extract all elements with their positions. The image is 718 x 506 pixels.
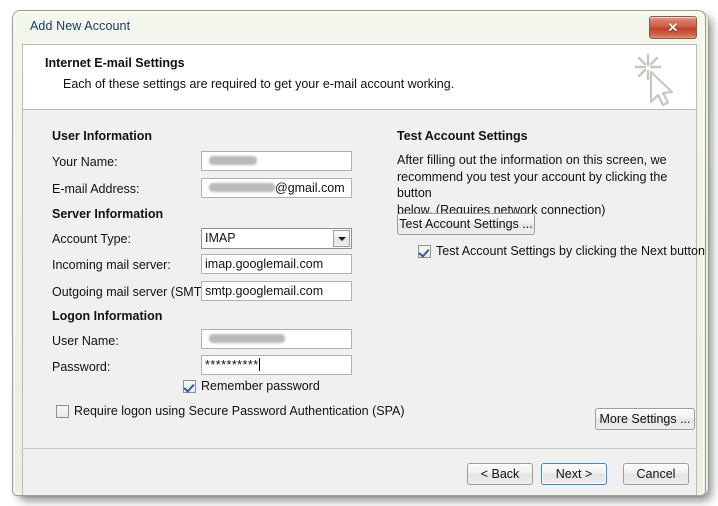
user-information-heading: User Information — [52, 129, 152, 143]
cancel-button[interactable]: Cancel — [623, 463, 689, 485]
checkbox-checked-icon — [183, 380, 196, 393]
checkbox-checked-icon — [418, 245, 431, 258]
server-information-heading: Server Information — [52, 207, 163, 221]
test-account-settings-heading: Test Account Settings — [397, 129, 528, 143]
auto-test-checkbox[interactable]: Test Account Settings by clicking the Ne… — [418, 244, 705, 258]
more-settings-button[interactable]: More Settings ... — [595, 408, 695, 430]
password-masked-value: ********** — [205, 358, 259, 372]
account-type-select[interactable]: IMAP — [201, 228, 352, 249]
your-name-input[interactable] — [201, 151, 352, 171]
window-title: Add New Account — [30, 19, 130, 33]
close-button[interactable]: ✕ — [649, 16, 697, 39]
outgoing-mail-server-input[interactable]: smtp.googlemail.com — [201, 281, 352, 301]
outgoing-mail-server-label: Outgoing mail server (SMTP): — [52, 285, 217, 299]
require-spa-label: Require logon using Secure Password Auth… — [74, 404, 405, 418]
test-account-description: After filling out the information on thi… — [397, 152, 687, 218]
logon-information-heading: Logon Information — [52, 309, 162, 323]
password-input[interactable]: ********** — [201, 355, 352, 375]
email-address-input[interactable]: @gmail.com — [201, 178, 352, 198]
remember-password-label: Remember password — [201, 379, 320, 393]
test-desc-line-2: recommend you test your account by click… — [397, 170, 667, 201]
test-account-settings-button[interactable]: Test Account Settings ... — [397, 213, 535, 235]
wizard-cursor-sparkle-icon — [624, 49, 682, 107]
user-name-redaction — [209, 334, 285, 343]
title-bar: Add New Account ✕ — [13, 11, 705, 44]
test-desc-line-1: After filling out the information on thi… — [397, 153, 667, 167]
dialog-footer: < Back Next > Cancel — [22, 449, 697, 496]
user-name-input[interactable] — [201, 329, 352, 349]
next-button[interactable]: Next > — [541, 463, 607, 485]
email-address-redaction — [209, 183, 275, 192]
user-name-label: User Name: — [52, 334, 119, 348]
account-type-value: IMAP — [205, 231, 236, 245]
require-spa-checkbox[interactable]: Require logon using Secure Password Auth… — [56, 404, 405, 418]
password-label: Password: — [52, 360, 110, 374]
remember-password-checkbox[interactable]: Remember password — [183, 379, 320, 393]
email-address-domain: @gmail.com — [275, 181, 345, 195]
close-icon: ✕ — [650, 17, 696, 38]
account-type-label: Account Type: — [52, 232, 131, 246]
your-name-redaction — [209, 156, 257, 165]
auto-test-label: Test Account Settings by clicking the Ne… — [436, 244, 705, 258]
back-button[interactable]: < Back — [467, 463, 533, 485]
desktop-background: Add New Account ✕ Internet E-mail Settin… — [0, 0, 718, 506]
settings-body: User Information Your Name: E-mail Addre… — [22, 110, 697, 449]
incoming-mail-server-input[interactable]: imap.googlemail.com — [201, 254, 352, 274]
header-panel: Internet E-mail Settings Each of these s… — [22, 44, 697, 110]
text-caret — [259, 358, 260, 371]
page-title: Internet E-mail Settings — [45, 56, 185, 70]
incoming-mail-server-label: Incoming mail server: — [52, 258, 171, 272]
your-name-label: Your Name: — [52, 155, 118, 169]
checkbox-unchecked-icon — [56, 405, 69, 418]
page-subtitle: Each of these settings are required to g… — [63, 77, 454, 91]
email-address-label: E-mail Address: — [52, 182, 140, 196]
chevron-down-icon[interactable] — [333, 230, 350, 247]
add-new-account-dialog: Add New Account ✕ Internet E-mail Settin… — [12, 10, 706, 496]
